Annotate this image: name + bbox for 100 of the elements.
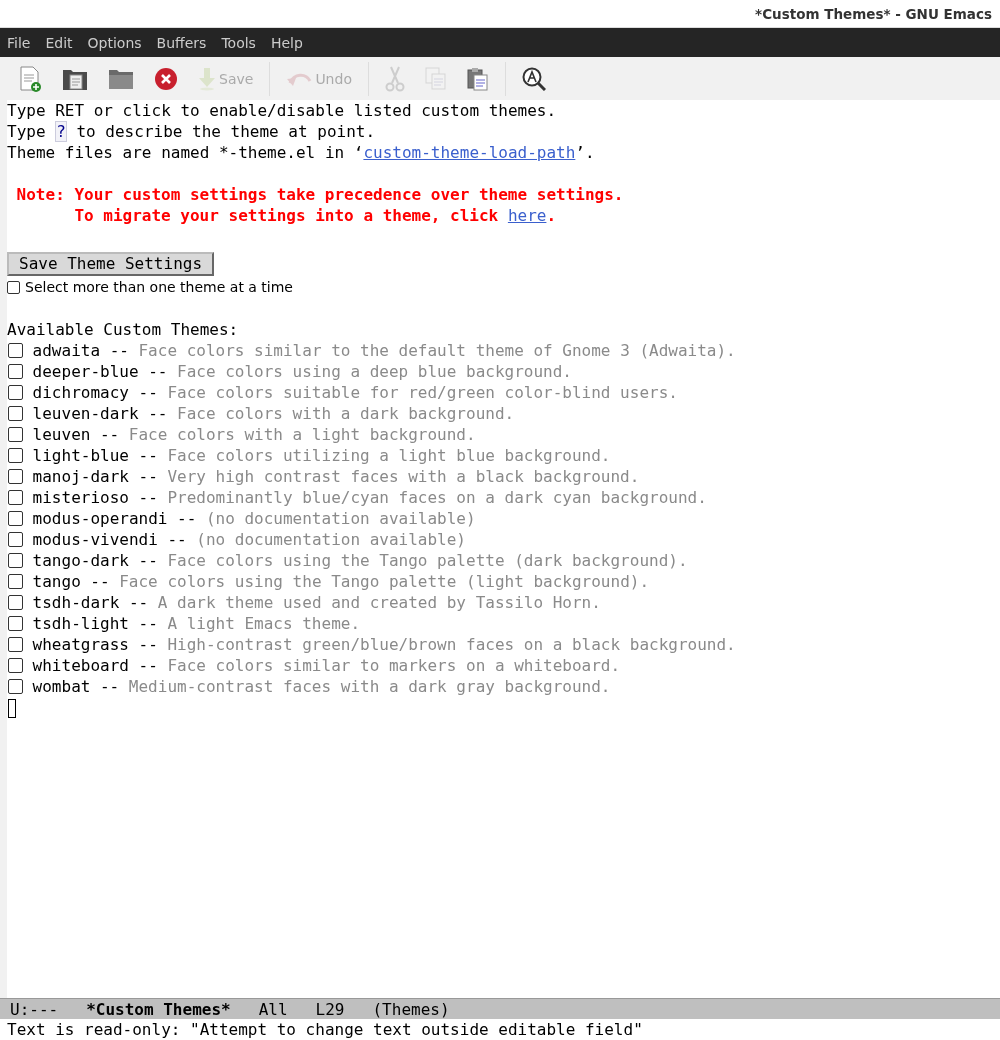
theme-name: whiteboard — [32, 655, 129, 676]
theme-description: (no documentation available) — [205, 508, 476, 529]
separator-text: -- — [167, 529, 187, 550]
theme-description: Face colors with a dark background. — [177, 403, 515, 424]
theme-name: tsdh-dark — [32, 592, 120, 613]
help-text: Theme files are named *-theme.el in ‘custom-theme-load-path’. — [7, 142, 596, 163]
menu-item[interactable]: Edit — [45, 34, 73, 51]
theme-description: Face colors using the Tango palette (light background). — [119, 571, 650, 592]
theme-checkbox[interactable] — [8, 406, 23, 421]
theme-checkbox[interactable] — [8, 637, 23, 652]
window-title: *Custom Themes* - GNU Emacs — [755, 5, 992, 22]
theme-name: leuven — [32, 424, 91, 445]
theme-description: A light Emacs theme. — [167, 613, 361, 634]
separator-text: -- — [138, 613, 158, 634]
theme-name: adwaita — [32, 340, 101, 361]
key-link[interactable]: ? — [55, 121, 67, 142]
theme-name: tango — [32, 571, 81, 592]
menu-item[interactable]: Options — [87, 34, 142, 51]
help-text: Type RET or click to enable/disable listed custom themes. — [7, 100, 558, 121]
separator-text: -- — [138, 634, 158, 655]
search-icon — [521, 66, 546, 91]
theme-checkbox[interactable] — [8, 616, 23, 631]
menu-item[interactable]: File — [7, 34, 31, 51]
separator-text: -- — [177, 508, 197, 529]
separator-text: -- — [90, 571, 110, 592]
separator-text: -- — [138, 655, 158, 676]
theme-checkbox[interactable] — [8, 469, 23, 484]
separator-text: -- — [138, 466, 158, 487]
buffer-status: U:--- — [10, 999, 59, 1019]
theme-name: misterioso — [32, 487, 129, 508]
help-text: Type ? to describe the theme at point. — [7, 121, 377, 142]
theme-description: Face colors using a deep blue background. — [177, 361, 572, 382]
new-file-icon — [18, 65, 42, 92]
theme-description: Face colors with a light background. — [128, 424, 476, 445]
close-icon — [154, 66, 178, 91]
theme-checkbox[interactable] — [8, 595, 23, 610]
separator-text: -- — [100, 424, 120, 445]
theme-name: dichromacy — [32, 382, 129, 403]
theme-description: Predominantly blue/cyan faces on a dark cyan background. — [167, 487, 707, 508]
section-heading: Available Custom Themes: — [7, 319, 240, 340]
theme-name: deeper-blue — [32, 361, 139, 382]
theme-checkbox[interactable] — [8, 532, 23, 547]
theme-checkbox[interactable] — [8, 385, 23, 400]
scroll-position: All — [258, 999, 288, 1019]
checkbox[interactable] — [7, 280, 20, 294]
theme-name: wheatgrass — [32, 634, 129, 655]
theme-name: tsdh-light — [32, 613, 129, 634]
theme-description: Medium-contrast faces with a dark gray background. — [128, 676, 611, 697]
theme-description: Face colors similar to the default theme of Gnome 3 (Adwaita). — [138, 340, 736, 361]
theme-name: light-blue — [32, 445, 129, 466]
theme-checkbox[interactable] — [8, 448, 23, 463]
menu-item[interactable]: Help — [270, 34, 303, 51]
theme-checkbox[interactable] — [8, 511, 23, 526]
theme-description: Very high contrast faces with a black background. — [167, 466, 640, 487]
theme-description: Face colors similar to markers on a whiteboard. — [167, 655, 621, 676]
separator-text: -- — [138, 382, 158, 403]
folder-icon — [108, 67, 134, 90]
separator-text: -- — [128, 592, 149, 613]
theme-name: manoj-dark — [32, 466, 129, 487]
separator-text: -- — [138, 487, 158, 508]
separator-text: -- — [109, 340, 129, 361]
buffer-name: *Custom Themes* — [86, 999, 231, 1019]
download-arrow-icon — [198, 66, 216, 91]
separator-text: -- — [138, 445, 158, 466]
major-mode: (Themes) — [372, 999, 450, 1019]
theme-name: leuven-dark — [32, 403, 139, 424]
separator-text: -- — [148, 361, 168, 382]
theme-description: Face colors utilizing a light blue background. — [167, 445, 611, 466]
variable-link[interactable]: custom-theme-load-path — [363, 143, 576, 162]
theme-checkbox[interactable] — [8, 553, 23, 568]
theme-description: Face colors using the Tango palette (dark background). — [167, 550, 688, 571]
theme-name: tango-dark — [32, 550, 129, 571]
theme-checkbox[interactable] — [8, 490, 23, 505]
checkbox-label: Select more than one theme at a time — [25, 279, 293, 295]
text-cursor — [8, 699, 16, 718]
theme-checkbox[interactable] — [8, 364, 23, 379]
line-number: L29 — [315, 999, 345, 1019]
separator-text: -- — [148, 403, 168, 424]
theme-name: wombat — [32, 676, 91, 697]
theme-checkbox[interactable] — [8, 658, 23, 673]
here-link[interactable]: here — [507, 206, 547, 225]
theme-checkbox[interactable] — [8, 427, 23, 442]
separator-text: -- — [138, 550, 158, 571]
theme-checkbox[interactable] — [8, 679, 23, 694]
scissors-icon — [384, 65, 405, 92]
separator-text: -- — [100, 676, 120, 697]
theme-description: A dark theme used and created by Tassilo Horn. — [157, 592, 601, 613]
menu-item[interactable]: Buffers — [156, 34, 207, 51]
theme-checkbox[interactable] — [8, 343, 23, 358]
theme-checkbox[interactable] — [8, 574, 23, 589]
theme-description: Face colors suitable for red/green color-blind users. — [167, 382, 678, 403]
note-text: To migrate your settings into a theme, click here. — [73, 205, 558, 226]
save-theme-settings-button[interactable]: Save Theme Settings — [7, 252, 215, 276]
clipboard-icon — [466, 66, 489, 91]
menu-item[interactable]: Tools — [221, 34, 256, 51]
theme-description: (no documentation available) — [196, 529, 466, 550]
note-text: Note: Your custom settings take precedence over theme settings. — [15, 184, 625, 205]
theme-description: High-contrast green/blue/brown faces on a black background. — [167, 634, 736, 655]
theme-name: modus-vivendi — [32, 529, 158, 550]
theme-name: modus-operandi — [32, 508, 168, 529]
